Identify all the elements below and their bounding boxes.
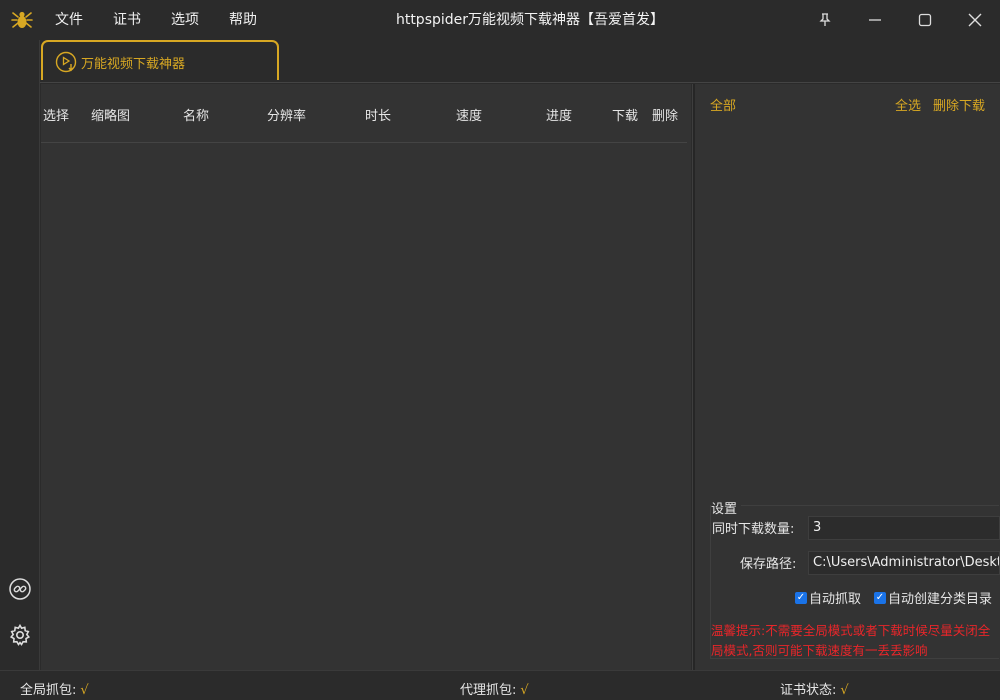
concurrent-input[interactable]: 3 [808, 516, 1000, 540]
table-header: 选择 缩略图 名称 分辨率 时长 速度 进度 下载 删除 [41, 84, 687, 143]
warning-tip: 温馨提示:不需要全局模式或者下载时候尽量关闭全局模式,否则可能下载速度有一丢丢影… [711, 623, 991, 658]
auto-capture-checkbox[interactable]: ✓ 自动抓取 [795, 588, 861, 607]
maximize-button[interactable] [905, 0, 945, 40]
column-delete: 删除 [652, 109, 679, 124]
certificate-status-mark: √ [840, 683, 849, 698]
menu-help[interactable]: 帮助 [229, 0, 257, 40]
column-thumbnail: 缩略图 [91, 109, 131, 124]
menu-certificate[interactable]: 证书 [113, 0, 141, 40]
tab-label: 万能视频下载神器 [81, 57, 186, 72]
concurrent-label: 同时下载数量: [712, 522, 795, 537]
divider [40, 82, 1000, 83]
global-capture-status: 全局抓包: √ [20, 679, 89, 698]
check-icon: ✓ [795, 591, 807, 604]
column-name: 名称 [183, 109, 210, 124]
proxy-capture-label: 代理抓包: [460, 683, 517, 698]
column-select: 选择 [43, 109, 70, 124]
certificate-status-label: 证书状态: [780, 683, 837, 698]
settings-group: 设置 同时下载数量: 3 保存路径: C:\Users\Administrato… [710, 498, 1000, 659]
settings-title: 设置 [711, 498, 742, 517]
close-icon [968, 13, 982, 27]
column-speed: 速度 [456, 109, 483, 124]
proxy-capture-status: 代理抓包: √ [460, 679, 529, 698]
column-resolution: 分辨率 [267, 109, 307, 124]
menu-options[interactable]: 选项 [171, 0, 199, 40]
delete-download-button[interactable]: 删除下载 [933, 95, 985, 114]
close-button[interactable] [955, 0, 995, 40]
minimize-icon [869, 19, 881, 21]
auto-capture-label: 自动抓取 [809, 592, 862, 607]
right-panel: 全部 全选 删除下载 设置 同时下载数量: 3 保存路径: C:\Users\A… [695, 84, 1000, 670]
left-sidebar [0, 40, 40, 670]
minimize-button[interactable] [855, 0, 895, 40]
global-capture-mark: √ [80, 683, 89, 698]
link-icon[interactable] [8, 577, 32, 601]
play-download-icon [55, 51, 77, 73]
spider-icon [11, 11, 33, 28]
gear-icon[interactable] [8, 623, 32, 647]
pin-button[interactable] [805, 0, 845, 40]
tab-video-downloader[interactable]: 万能视频下载神器 [41, 40, 279, 80]
select-all-button[interactable]: 全选 [895, 95, 921, 114]
status-bar: 全局抓包: √ 代理抓包: √ 证书状态: √ [0, 670, 1000, 700]
save-path-label: 保存路径: [740, 557, 797, 572]
pin-icon [819, 13, 831, 26]
column-download: 下载 [612, 109, 639, 124]
column-progress: 进度 [546, 109, 573, 124]
window-title: httpspider万能视频下载神器【吾爱首发】 [395, 12, 665, 28]
column-duration: 时长 [365, 109, 392, 124]
auto-dir-checkbox[interactable]: ✓ 自动创建分类目录 [874, 588, 992, 607]
tab-strip: 万能视频下载神器 [40, 40, 1000, 83]
proxy-capture-mark: √ [520, 683, 529, 698]
save-path-input[interactable]: C:\Users\Administrator\Desktop [808, 551, 1000, 575]
maximize-icon [918, 13, 932, 27]
download-table: 选择 缩略图 名称 分辨率 时长 速度 进度 下载 删除 [41, 84, 691, 670]
auto-dir-label: 自动创建分类目录 [888, 592, 993, 607]
filter-all[interactable]: 全部 [710, 95, 736, 114]
certificate-status: 证书状态: √ [780, 679, 849, 698]
title-bar: 文件 证书 选项 帮助 httpspider万能视频下载神器【吾爱首发】 [0, 0, 1000, 40]
menu-file[interactable]: 文件 [55, 0, 83, 40]
check-icon: ✓ [874, 591, 886, 604]
global-capture-label: 全局抓包: [20, 683, 77, 698]
